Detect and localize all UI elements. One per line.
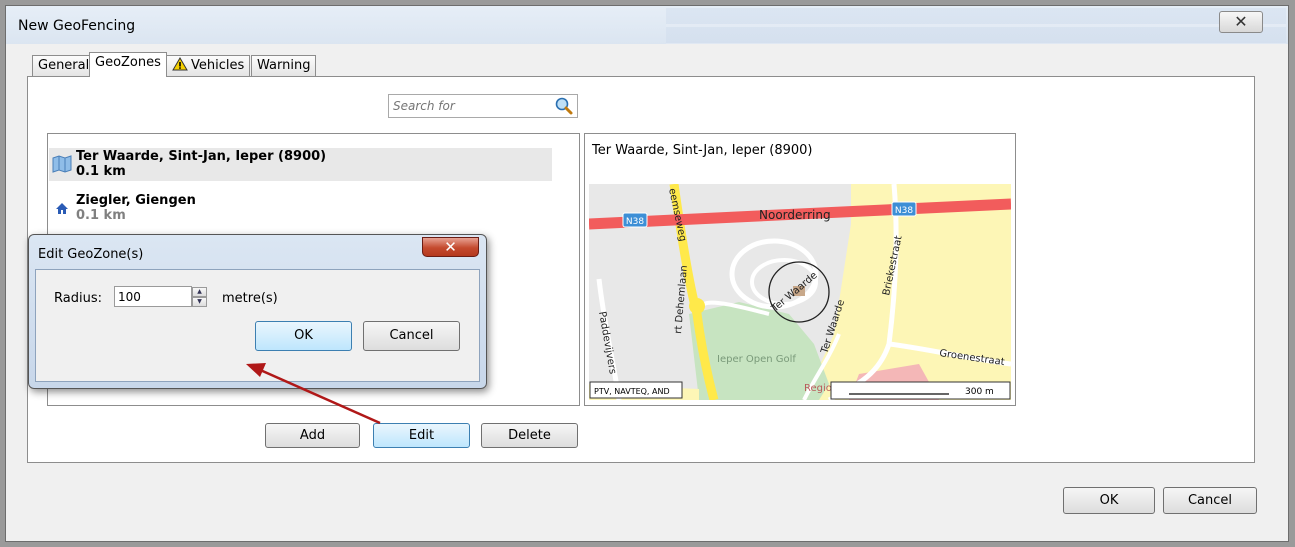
cancel-button[interactable]: Cancel [1163,487,1257,514]
radius-unit: metre(s) [222,291,278,306]
geozone-distance: 0.1 km [76,164,126,179]
list-item[interactable]: Ter Waarde, Sint-Jan, Ieper (8900) 0.1 k… [49,148,552,181]
map-label-noorderring: Noorderring [759,208,831,222]
n38-shield-right: N38 [891,201,917,217]
tab-label: Warning [257,58,311,73]
roundabout [689,298,705,314]
delete-button[interactable]: Delete [481,423,578,448]
list-item[interactable]: Ziegler, Giengen 0.1 km [49,192,552,225]
tab-label: Vehicles [191,58,245,73]
radius-increase-button[interactable]: ▲ [192,287,207,297]
geozone-name: Ziegler, Giengen [76,193,196,208]
map-scale: 300 m [965,387,994,397]
background-window-ghost [666,8,1286,44]
tab-label: General [38,58,90,73]
window-title: New GeoFencing [18,18,136,34]
warning-icon [172,57,188,71]
geozone-name: Ter Waarde, Sint-Jan, Ieper (8900) [76,149,327,164]
map-label-golf: Ieper Open Golf [717,354,796,365]
annotation-arrow [246,363,381,425]
map-view[interactable]: N38 N38 Noorderring eemseweg rt Dehemlaa… [589,184,1011,400]
map-zone-icon [52,155,72,173]
map-title: Ter Waarde, Sint-Jan, Ieper (8900) [592,143,813,158]
dialog-title: Edit GeoZone(s) [38,247,144,262]
tab-vehicles[interactable]: Vehicles [166,55,251,76]
window-close-button[interactable]: ✕ [1219,11,1263,33]
radius-label: Radius: [54,291,102,306]
map-copyright: PTV, NAVTEQ, AND [594,387,670,396]
geozone-distance: 0.1 km [76,208,126,223]
radius-decrease-button[interactable]: ▼ [192,297,207,307]
dialog-close-button[interactable]: ✕ [422,237,479,257]
dialog-cancel-button[interactable]: Cancel [363,321,460,351]
radius-input[interactable] [114,286,192,307]
tab-label: GeoZones [95,55,161,70]
n38-label: N38 [626,217,644,227]
home-icon [56,203,68,214]
tab-general[interactable]: General [32,55,96,76]
n38-label: N38 [895,206,913,216]
tab-warning[interactable]: Warning [251,55,317,76]
tab-geozones[interactable]: GeoZones [89,52,167,77]
search-input[interactable] [388,94,578,118]
ok-button[interactable]: OK [1063,487,1155,514]
dialog-ok-button[interactable]: OK [255,321,352,351]
n38-shield-left: N38 [622,212,648,228]
search-icon[interactable] [554,96,574,116]
